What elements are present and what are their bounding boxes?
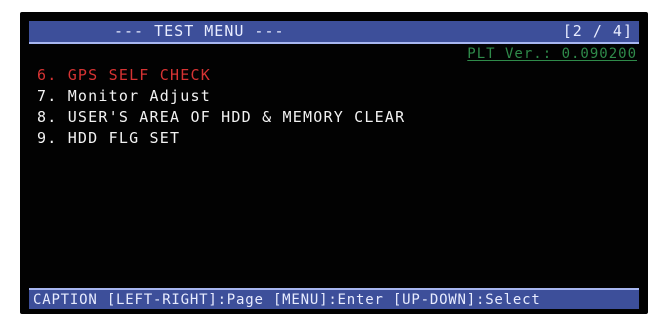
version-label: PLT Ver.: 0.090200 xyxy=(467,46,637,62)
test-menu-list: 6. GPS SELF CHECK 7. Monitor Adjust 8. U… xyxy=(37,65,405,149)
menu-item-gps-self-check[interactable]: 6. GPS SELF CHECK xyxy=(37,65,405,86)
caption-bar: CAPTION [LEFT-RIGHT]:Page [MENU]:Enter [… xyxy=(29,288,639,309)
menu-item-hdd-flg-set[interactable]: 9. HDD FLG SET xyxy=(37,128,405,149)
menu-title: --- TEST MENU --- xyxy=(114,22,285,40)
test-menu-screen: --- TEST MENU --- [2 / 4] PLT Ver.: 0.09… xyxy=(20,12,648,314)
title-bar: --- TEST MENU --- [2 / 4] xyxy=(29,21,639,44)
menu-item-memory-clear[interactable]: 8. USER'S AREA OF HDD & MEMORY CLEAR xyxy=(37,107,405,128)
page-indicator: [2 / 4] xyxy=(562,22,633,40)
menu-item-monitor-adjust[interactable]: 7. Monitor Adjust xyxy=(37,86,405,107)
